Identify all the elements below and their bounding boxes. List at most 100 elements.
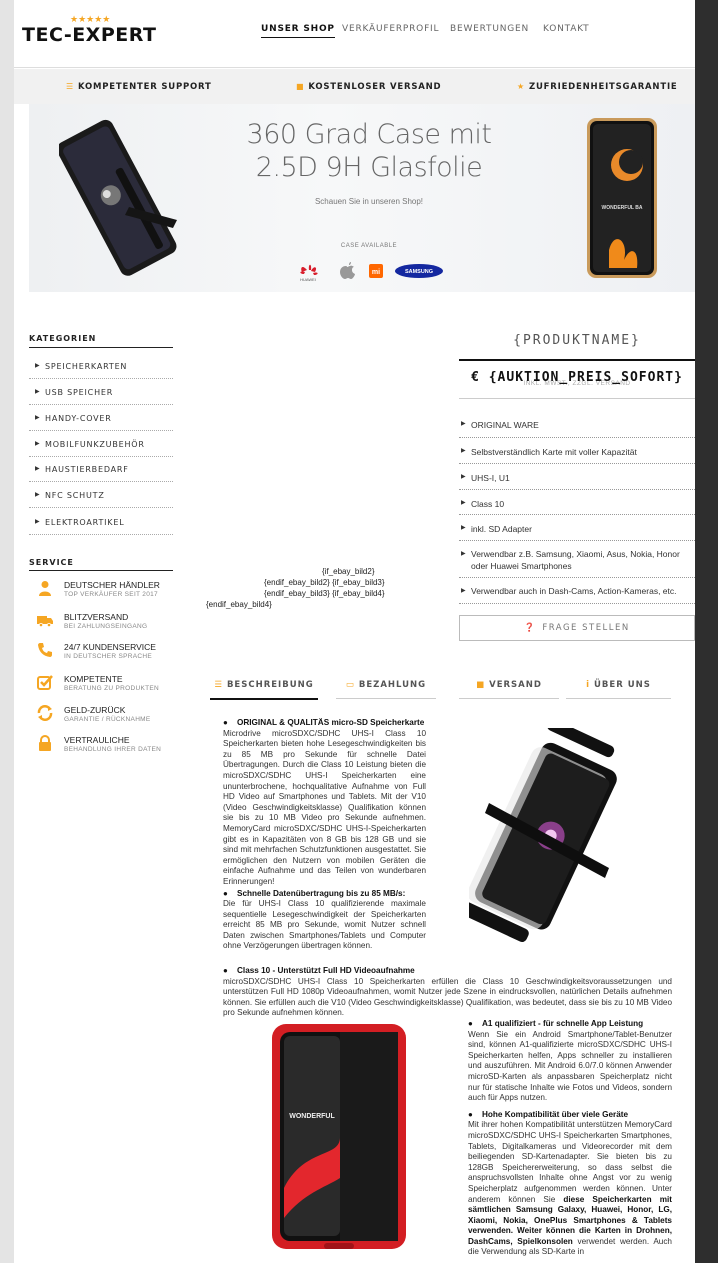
chevron-right-icon: ▶: [35, 362, 41, 369]
category-speicherkarten[interactable]: ▶ SPEICHERKARTEN: [29, 353, 173, 379]
categories-divider: [29, 347, 173, 348]
service-divider: [29, 570, 173, 571]
service-sublabel: TOP VERKÄUFER SEIT 2017: [64, 591, 158, 598]
service-label: KOMPETENTE: [64, 674, 123, 684]
section-heading: Schnelle Datenübertragung bis zu 85 MB/s…: [237, 888, 406, 898]
service-sublabel: IN DEUTSCHER SPRACHE: [64, 653, 152, 660]
category-mobilfunkzubehoer[interactable]: ▶ MOBILFUNKZUBEHÖR: [29, 431, 173, 457]
tab-underline: [459, 698, 559, 699]
lock-icon: [39, 735, 51, 751]
promo-banner[interactable]: 360 Grad Case mit 2.5D 9H Glasfolie Scha…: [29, 104, 695, 292]
truck-icon: [37, 616, 53, 627]
template-placeholder: {endif_ebay_bild2} {if_ebay_bild3}: [264, 578, 385, 587]
truck-icon: ■: [476, 680, 486, 690]
service-sublabel: BEHANDLUNG IHRER DATEN: [64, 746, 162, 753]
service-vertrauliche: VERTRAULICHE BEHANDLUNG IHRER DATEN: [29, 733, 189, 761]
tab-beschreibung[interactable]: ☰ BESCHREIBUNG: [210, 680, 318, 700]
tab-bezahlung[interactable]: ▭ BEZAHLUNG: [336, 680, 436, 700]
chevron-right-icon: ▶: [461, 474, 466, 480]
service-kundenservice: 24/7 KUNDENSERVICE IN DEUTSCHER SPRACHE: [29, 640, 189, 668]
checkbox-icon: [37, 675, 53, 690]
chevron-right-icon: ▶: [461, 551, 466, 557]
feature-label: inkl. SD Adapter: [471, 524, 532, 534]
huawei-label: HUAWEI: [300, 277, 316, 282]
feature-item: ▶ Selbstverständlich Karte mit voller Kap…: [459, 438, 695, 464]
section-text-plain: Mit ihrer hohen Kompatibilität unterstüt…: [468, 1120, 672, 1204]
site-header: ★★★★★ TEC-EXPERT UNSER SHOP VERKÄUFERPRO…: [14, 0, 695, 68]
phone-icon: [38, 643, 52, 657]
tab-ueber-uns[interactable]: i ÜBER UNS: [566, 680, 671, 700]
phone-screen-text: WONDERFUL BA: [601, 205, 642, 211]
tab-underline: [566, 698, 671, 699]
usp-garantie: ★ ZUFRIEDENHEITSGARANTIE: [517, 82, 678, 92]
service-sublabel: GARANTIE / RÜCKNAHME: [64, 716, 151, 723]
chevron-right-icon: ▶: [35, 440, 41, 447]
category-label: NFC SCHUTZ: [45, 491, 105, 500]
service-label: 24/7 KUNDENSERVICE: [64, 642, 156, 652]
chevron-right-icon: ▶: [35, 465, 41, 472]
tab-label: ÜBER UNS: [594, 680, 651, 690]
description-section-4: ● A1 qualifiziert - für schnelle App Leis…: [468, 1019, 672, 1258]
usp-versand: ■ KOSTENLOSER VERSAND: [296, 82, 441, 92]
price-box: INKL. MWST., ZZGL. VERSAND € {AUKTION_PR…: [459, 359, 695, 399]
service-deutscher-haendler: DEUTSCHER HÄNDLER TOP VERKÄUFER SEIT 201…: [29, 578, 189, 606]
template-placeholder: {if_ebay_bild2}: [322, 567, 375, 576]
feature-item: ▶ ORIGINAL WARE: [459, 411, 695, 438]
feature-label: Verwendbar z.B. Samsung, Xiaomi, Asus, N…: [471, 549, 680, 571]
truck-icon: ■: [296, 82, 305, 91]
shop-page: ★★★★★ TEC-EXPERT UNSER SHOP VERKÄUFERPRO…: [14, 0, 695, 1263]
service-label: GELD-ZURÜCK: [64, 705, 126, 715]
bullet-icon: ●: [223, 718, 228, 727]
chevron-right-icon: ▶: [461, 588, 466, 594]
banner-case-available: CASE AVAILABLE: [340, 243, 398, 249]
service-label: BLITZVERSAND: [64, 612, 129, 622]
chevron-right-icon: ▶: [461, 525, 466, 531]
service-geld-zurueck: GELD-ZURÜCK GARANTIE / RÜCKNAHME: [29, 703, 189, 731]
feature-label: Selbstverständlich Karte mit voller Kapa…: [471, 447, 637, 457]
bullet-icon: ●: [468, 1109, 473, 1119]
phone-case-left-image: [59, 119, 177, 276]
section-heading: ORIGINAL & QUALITÄS micro-SD Speicherkar…: [237, 718, 425, 727]
product-name: {PRODUKTNAME}: [513, 333, 641, 348]
nav-kontakt[interactable]: KONTAKT: [543, 24, 589, 34]
category-handy-cover[interactable]: ▶ HANDY-COVER: [29, 405, 173, 431]
list-icon: ☰: [214, 680, 223, 690]
usp-bar: ☰ KOMPETENTER SUPPORT ■ KOSTENLOSER VERSAN…: [14, 69, 695, 104]
banner-headline: 360 Grad Case mit 2.5D 9H Glasfolie: [219, 118, 519, 184]
service-title: SERVICE: [29, 558, 74, 567]
tab-label: VERSAND: [489, 680, 542, 690]
nav-verkaeuferprofil[interactable]: VERKÄUFERPROFIL: [342, 24, 439, 34]
chevron-right-icon: ▶: [461, 421, 466, 427]
nav-unser-shop[interactable]: UNSER SHOP: [261, 24, 335, 38]
feature-label: UHS-I, U1: [471, 473, 510, 483]
feature-item: ▶ Class 10: [459, 490, 695, 515]
phone-screen-text: WONDERFUL: [289, 1113, 335, 1120]
ask-question-button[interactable]: ❓ FRAGE STELLEN: [459, 615, 695, 641]
samsung-logo-icon: SAMSUNG: [395, 264, 443, 278]
product-image-black-case: [469, 728, 617, 943]
chevron-right-icon: ▶: [461, 500, 466, 506]
section-text: Wenn Sie ein Android Smartphone/Tablet-B…: [468, 1029, 672, 1103]
left-background-strip: [0, 0, 14, 1263]
category-elektroartikel[interactable]: ▶ ELEKTROARTIKEL: [29, 509, 173, 535]
refresh-icon: [37, 705, 53, 721]
feature-item: ▶ Verwendbar auch in Dash-Cams, Action-Ka…: [459, 578, 695, 604]
bullet-icon: ●: [223, 888, 228, 898]
list-icon: ☰: [66, 82, 74, 91]
banner-line-2: 2.5D 9H Glasfolie: [255, 152, 483, 183]
brand-logos: HUAWEI mi SAMSUNG: [300, 262, 443, 282]
usp-versand-label: KOSTENLOSER VERSAND: [308, 82, 442, 92]
category-usb-speicher[interactable]: ▶ USB SPEICHER: [29, 379, 173, 405]
category-haustierbedarf[interactable]: ▶ HAUSTIERBEDARF: [29, 456, 173, 482]
category-label: MOBILFUNKZUBEHÖR: [45, 440, 145, 449]
section-text: Die für UHS-I Class 10 qualifizierende m…: [223, 899, 426, 951]
nav-bewertungen[interactable]: BEWERTUNGEN: [450, 24, 529, 34]
tab-versand[interactable]: ■ VERSAND: [459, 680, 559, 700]
category-label: USB SPEICHER: [45, 388, 114, 397]
logo-text: TEC-EXPERT: [22, 24, 157, 46]
category-nfc-schutz[interactable]: ▶ NFC SCHUTZ: [29, 482, 173, 508]
person-icon: [39, 581, 51, 596]
right-background-strip: [695, 0, 718, 1263]
template-placeholder: {endif_ebay_bild4}: [206, 600, 272, 609]
apple-logo-icon: [340, 262, 355, 279]
